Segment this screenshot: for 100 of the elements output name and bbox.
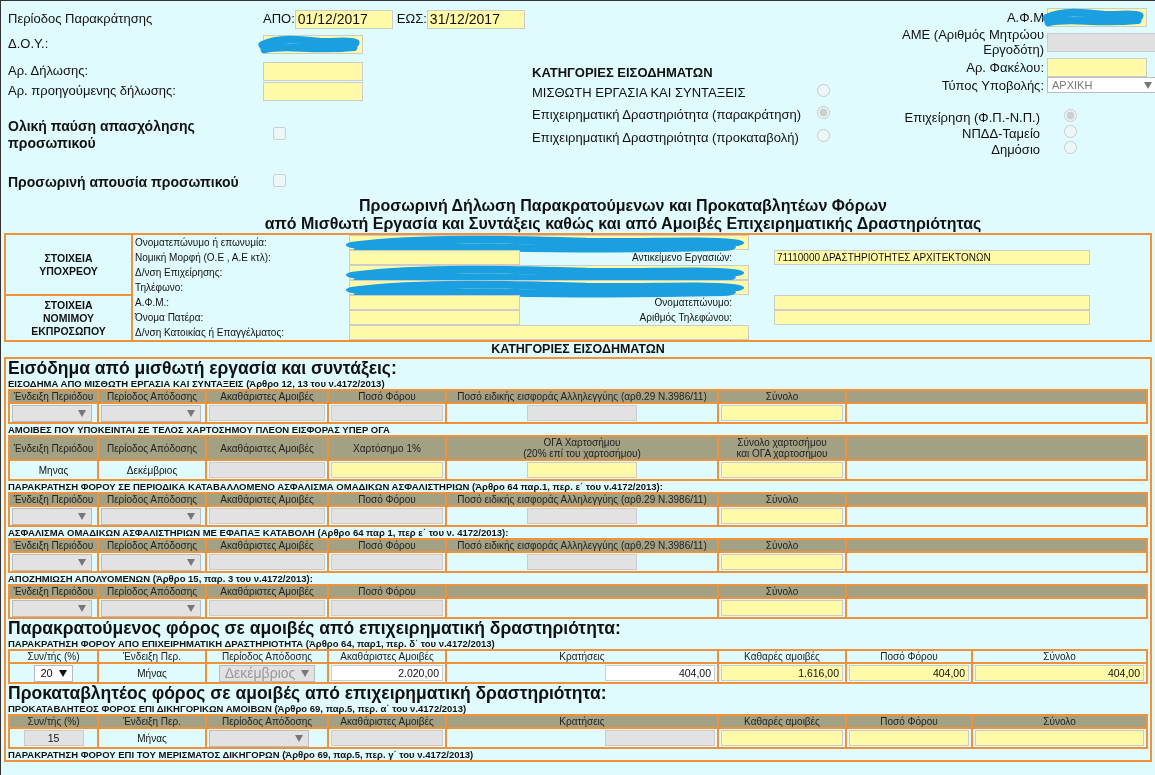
caret-icon [78,558,86,566]
input-field[interactable]: 31/12/2017 [426,9,525,29]
input-field[interactable] [349,235,749,250]
column-header: Ποσό Φόρου [880,651,938,662]
caret-icon [1144,81,1152,89]
field-label: Ονοματεπώνυμο: [654,297,732,308]
input-field[interactable]: 404,00 [849,665,969,681]
field-label: ΕΩΣ: [396,10,427,29]
section-caption: ΠΡΟΚΑΤΑΒΛΗΤΕΟΣ ΦΟΡΟΣ ΕΠΙ ΔΙΚΗΓΟΡΙΚΩΝ ΑΜΟΙΒΩΝ (Άρθρο 69, παρ.5, περ. α΄ του ν.4172/2013) [8,703,468,714]
column-header: Ακαθάριστες Αμοιβές [220,540,314,551]
input-field[interactable] [721,730,843,746]
input-field[interactable] [721,462,843,478]
column-header: ΟΓΑ Χαρτοσήμου (20% επί του χαρτοσήμου) [523,437,641,459]
section-caption: ΑΜΟΙΒΕΣ ΠΟΥ ΥΠΟΚΕΙΝΤΑΙ ΣΕ ΤΕΛΟΣ ΧΑΡΤΟΣΗΜΟΥ ΠΛΕΟΝ ΕΙΣΦΟΡΑΣ ΥΠΕΡ ΟΓΑ [8,424,391,435]
input-field[interactable]: 404,00 [605,665,715,681]
radio-label: Επιχείρηση (Φ.Π.-Ν.Π.) [904,109,1040,125]
column-header: Ποσό ειδικής εισφοράς Αλληλεγγύης (αρθ.29 Ν.3986/11) [457,540,707,551]
field-label: Αρ. Δήλωσης: [8,63,90,78]
section-caption: ΑΠΟΖΗΜΙΩΣΗ ΑΠΟΛΥΟΜΕΝΩΝ (Άρθρο 15, παρ. 3 του ν.4172/2013): [8,573,314,584]
caret-icon [58,669,67,677]
radio-label: ΜΙΣΘΩΤΗ ΕΡΓΑΣΙΑ ΚΑΙ ΣΥΝΤΑΞΕΙΣ [532,83,747,102]
field-label: Αρ. Φακέλου: [966,59,1044,75]
column-header: Ένδειξη Περ. [122,716,182,727]
column-header: Σύνολο [765,391,799,402]
field-label: Περίοδος Παρακράτησης [8,10,154,29]
column-header: Ένδειξη Περιόδου [13,540,94,551]
column-header: Περίοδος Απόδοσης [106,442,198,454]
section-caption: ΕΙΣΟΔΗΜΑ ΑΠΟ ΜΙΣΘΩΤΗ ΕΡΓΑΣΙΑ ΚΑΙ ΣΥΝΤΑΞΕΙΣ (Άρθρο 12, 13 του ν.4172/2013) [8,378,386,389]
input-field[interactable]: 2.020,00 [331,665,443,681]
radio-label: Επιχειρηματική Δραστηριότητα (παρακράτηση) [532,106,802,124]
input-field[interactable] [1047,58,1147,78]
column-header: Ποσό Φόρου [358,540,416,551]
column-header: Περίοδος Απόδοσης [106,540,198,551]
section-caption: ΠΑΡΑΚΡΑΤΗΣΗ ΦΟΡΟΥ ΑΠΟ ΕΠΙΧΕΙΡΗΜΑΤΙΚΗ ΔΡΑΣΤΗΡΙΟΤΗΤΑ (Άρθρο 64, παρ1, περ. δ΄ του ν.4172/2013) [8,638,496,649]
column-header: Καθαρές αμοιβές [744,651,820,662]
caret-icon [187,512,195,520]
column-header: Ποσό Φόρου [358,391,416,402]
input-field[interactable] [331,462,443,478]
column-header: Ακαθάριστες Αμοιβές [340,651,434,662]
input-field[interactable] [349,310,520,325]
input-field[interactable] [849,730,969,746]
field-label: Ονοματεπώνυμο ή επωνυμία: [132,234,347,250]
group-title: Παρακρατούμενος φόρος σε αμοιβές από επιχειρηματική δραστηριότητα: [8,619,622,638]
input-field[interactable] [774,295,1090,310]
field-label: Αριθμός Τηλεφώνου: [639,312,732,323]
input-field[interactable] [721,554,843,570]
caret-icon [78,409,86,417]
column-header: Ποσό ειδικής εισφοράς Αλληλεγγύης (αρθ.29 Ν.3986/11) [457,494,707,505]
field-label: ΑΠΟ: [263,10,295,29]
input-field[interactable] [721,405,843,421]
column-header: Ποσό ειδικής εισφοράς Αλληλεγγύης (αρθ.29 Ν.3986/11) [457,391,707,402]
input-field[interactable] [721,508,843,524]
column-header: Συν/τής (%) [27,716,80,727]
column-header: Περίοδος Απόδοσης [221,716,313,727]
column-header: Ακαθάριστες Αμοιβές [220,442,314,454]
column-header: Σύνολο [765,540,799,551]
cell-text: Μήνας [137,667,167,679]
caret-icon [301,669,310,677]
field-label: Α.Φ.Μ.: [132,295,347,310]
column-header: Ποσό Φόρου [880,716,938,727]
input-field[interactable] [349,265,749,280]
column-header: Κρατήσεις [559,651,605,662]
input-field[interactable] [349,325,749,340]
field-label: Αντικείμενο Εργασιών: [631,252,732,263]
input-field[interactable] [527,462,637,478]
caret-icon [78,512,86,520]
column-header: Σύνολο [1043,651,1076,662]
input-field[interactable]: 01/12/2017 [294,9,393,29]
section-title: ΚΑΤΗΓΟΡΙΕΣ ΕΙΣΟΔΗΜΑΤΩΝ [532,64,714,82]
cell-text: Δεκέμβριος [126,464,178,476]
column-header: Ένδειξη Περ. [122,651,182,662]
input-field[interactable] [721,600,843,616]
input-field[interactable] [263,82,363,102]
input-field[interactable] [774,310,1090,325]
input-field[interactable]: 1.616,00 [721,665,843,681]
field-label: Όνομα Πατέρα: [132,310,347,325]
caret-icon [187,558,195,566]
input-field[interactable] [349,280,749,295]
input-field[interactable] [349,250,520,265]
input-field[interactable] [975,730,1144,746]
checkbox-label: Ολική παύση απασχόλησης προσωπικού [8,118,196,153]
column-header: Ακαθάριστες Αμοιβές [220,586,314,597]
section-caption: ΠΑΡΑΚΡΑΤΗΣΗ ΦΟΡΟΥ ΣΕ ΠΕΡΙΟΔΙΚΑ ΚΑΤΑΒΑΛΛΟΜΕΝΟ ΑΣΦΑΛΙΣΜΑ ΟΜΑΔΙΚΩΝ ΑΣΦΑΛΙΣΤΗΡΙΩΝ (Άρθρο 64 παρ.1, περ. ε΄ του ν.4172/2013): [8,481,664,492]
column-header: Ένδειξη Περιόδου [13,391,94,402]
field-label: Α.Φ.Μ [1006,9,1044,25]
input-field[interactable]: 404,00 [975,665,1144,681]
dropdown[interactable]: 20 [34,664,73,682]
caret-icon [187,604,195,612]
field-label: ΑΜΕ (Αριθμός Μητρώου Εργοδότη) [901,27,1044,58]
section-heading: ΚΑΤΗΓΟΡΙΕΣ ΕΙΣΟΔΗΜΑΤΩΝ [490,342,666,357]
field-label: Τηλέφωνο: [132,280,347,295]
checkbox-label: Προσωρινή απουσία προσωπικού [8,174,240,192]
group-title: Εισόδημα από μισθωτή εργασία και συντάξεις: [8,359,398,378]
column-header: Συν/τής (%) [27,651,80,662]
input-field[interactable] [349,295,520,310]
section-heading: ΣΤΟΙΧΕΙΑ ΝΟΜΙΜΟΥ ΕΚΠΡΟΣΩΠΟΥ [30,298,107,338]
column-header: Σύνολο χαρτοσήμου και ΟΓΑ χαρτοσήμου [736,437,828,459]
input-field[interactable] [263,61,363,81]
column-header: Ακαθάριστες Αμοιβές [220,494,314,505]
input-field[interactable]: 71110000 ΔΡΑΣΤΗΡΙΟΤΗΤΕΣ ΑΡΧΙΤΕΚΤΟΝΩΝ [774,250,1090,265]
